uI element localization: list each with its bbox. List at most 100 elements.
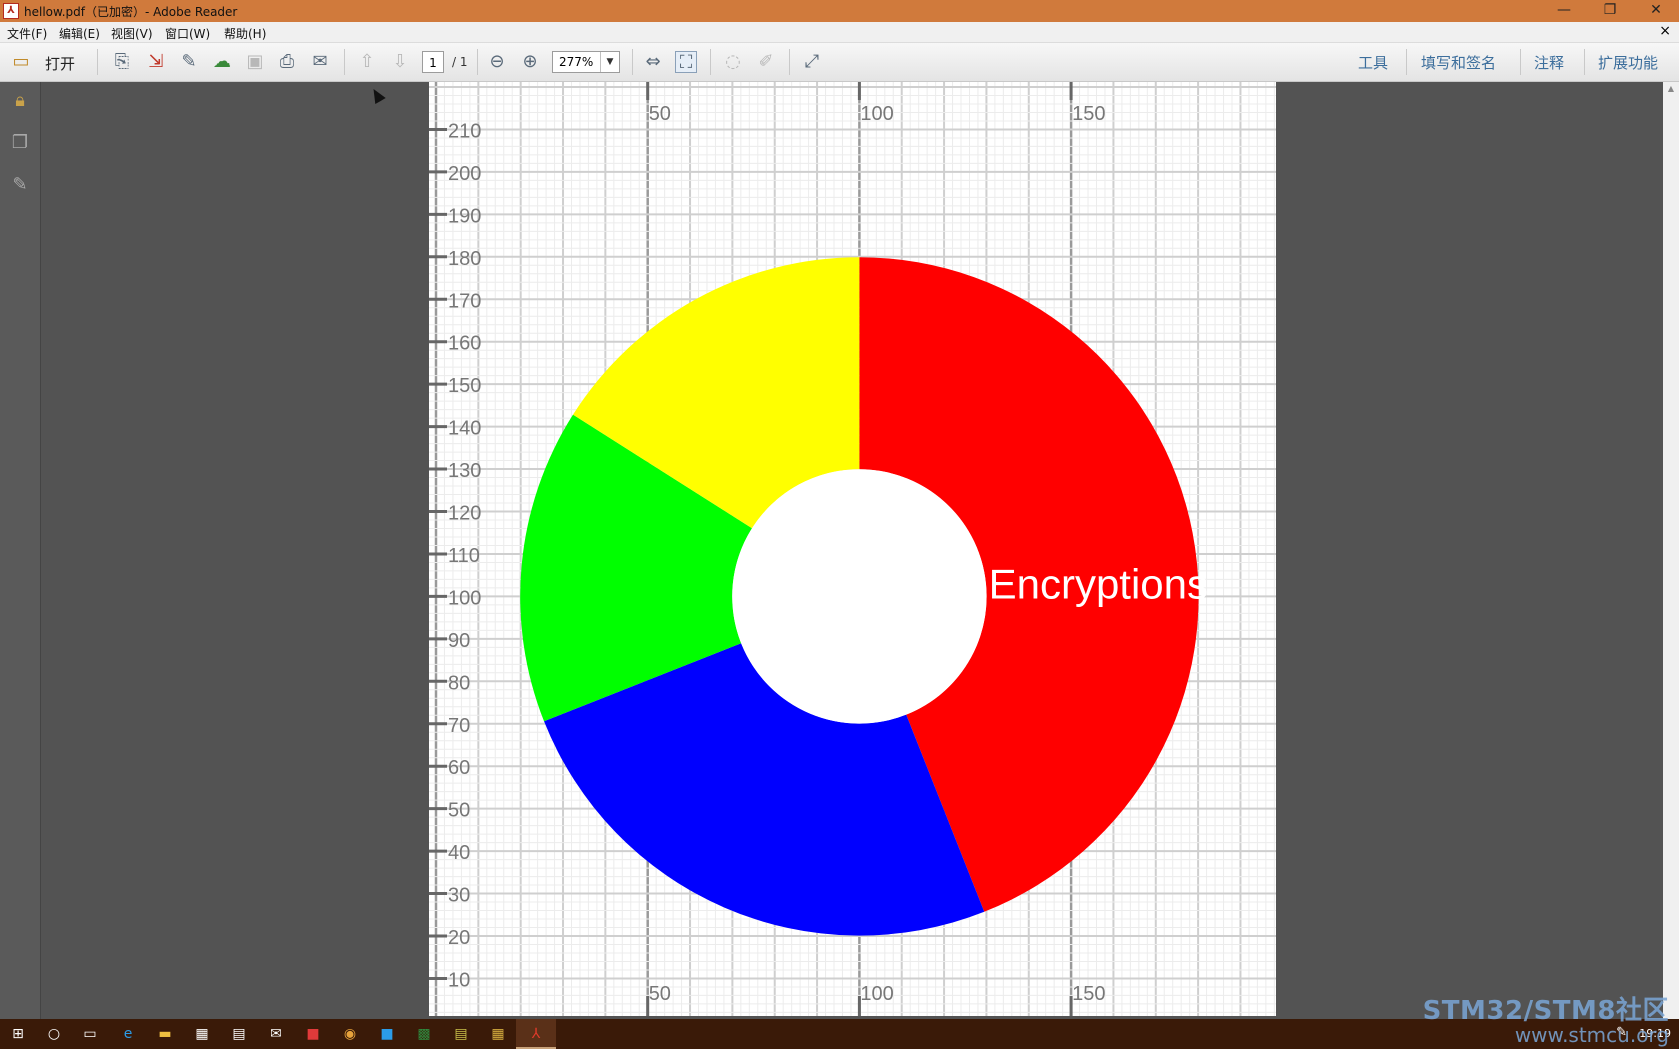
next-page-icon[interactable]: ⇩ <box>389 51 411 73</box>
open-button[interactable]: 打开 <box>45 53 75 74</box>
toolbar-divider <box>632 49 633 75</box>
toolbar-divider <box>1406 49 1407 75</box>
donut-hole <box>732 469 987 724</box>
excel-icon[interactable]: ▩ <box>414 1024 434 1044</box>
cortana-search-icon[interactable]: ○ <box>44 1024 64 1044</box>
full-screen-icon[interactable]: ⤢ <box>801 51 823 73</box>
menu-bar: 文件(F) 编辑(E) 视图(V) 窗口(W) 帮助(H) × <box>0 22 1679 43</box>
toolbar-divider <box>1520 49 1521 75</box>
y-tick-label: 30 <box>448 885 470 907</box>
y-tick-label: 90 <box>448 630 470 652</box>
y-tick-label: 70 <box>448 715 470 737</box>
fill-and-sign-tab[interactable]: 填写和签名 <box>1421 52 1496 73</box>
store-icon[interactable]: ▦ <box>192 1024 212 1044</box>
watermark: STM32/STM8社区 www.stmcu.org <box>1423 990 1669 1047</box>
y-tick-label: 130 <box>448 460 481 482</box>
calculator-icon[interactable]: ▤ <box>229 1024 249 1044</box>
adobe-reader-taskbar-icon[interactable]: ⅄ <box>526 1024 546 1044</box>
print-icon[interactable]: ⎙ <box>276 51 298 73</box>
toolbar-divider <box>97 49 98 75</box>
extended-features-tab[interactable]: 扩展功能 <box>1598 52 1658 73</box>
pdf-page: Encryptions 10 20 30 40 50 60 70 80 90 100 110 120 13… <box>429 82 1276 1016</box>
mouse-cursor-icon <box>368 85 386 105</box>
y-tick-label: 60 <box>448 757 470 779</box>
y-tick-label: 110 <box>448 545 480 567</box>
close-button[interactable]: ✕ <box>1633 0 1679 22</box>
zoom-value: 277% <box>559 55 594 69</box>
scroll-up-icon[interactable]: ▲ <box>1663 84 1679 93</box>
y-tick-label: 120 <box>448 503 481 525</box>
restore-button[interactable]: ❐ <box>1587 0 1633 22</box>
y-tick-label: 140 <box>448 418 481 440</box>
toolbar-divider <box>789 49 790 75</box>
page-total: / 1 <box>452 55 468 69</box>
mail-icon[interactable]: ✉ <box>266 1024 286 1044</box>
zoom-select[interactable]: 277% ▼ <box>552 51 620 73</box>
adobe-reader-icon: ⅄ <box>3 3 19 19</box>
y-tick-label: 210 <box>448 120 481 142</box>
edit-pdf-icon[interactable]: ✎ <box>178 51 200 73</box>
x-tick-label: 150 <box>1072 103 1105 125</box>
x-tick-label: 100 <box>860 103 893 125</box>
lock-icon[interactable]: 🔒︎ <box>9 90 31 112</box>
attachment-icon[interactable]: ✎ <box>9 174 31 196</box>
y-tick-label: 200 <box>448 163 481 185</box>
fit-page-icon[interactable]: ⛶ <box>675 51 697 73</box>
x-tick-label: 100 <box>860 983 893 1005</box>
watermark-title: STM32/STM8社区 <box>1422 996 1669 1026</box>
comment-icon[interactable]: ◌ <box>722 51 744 73</box>
zoom-in-icon[interactable]: ⊕ <box>519 51 541 73</box>
menu-file[interactable]: 文件(F) <box>7 25 47 42</box>
windows-start-icon[interactable]: ⊞ <box>8 1024 28 1044</box>
x-tick-label: 50 <box>649 103 671 125</box>
app-red-icon[interactable]: ■ <box>303 1024 323 1044</box>
y-tick-label: 160 <box>448 333 481 355</box>
y-tick-label: 80 <box>448 672 470 694</box>
task-view-icon[interactable]: ▭ <box>80 1024 100 1044</box>
y-tick-label: 180 <box>448 248 481 270</box>
page-thumbnails-icon[interactable]: ❐ <box>9 132 31 154</box>
app-yellow-icon[interactable]: ▦ <box>488 1024 508 1044</box>
y-tick-label: 190 <box>448 205 481 227</box>
email-icon[interactable]: ✉ <box>309 51 331 73</box>
vertical-scrollbar[interactable]: ▲ <box>1663 82 1679 1019</box>
menu-view[interactable]: 视图(V) <box>111 25 153 42</box>
minimize-button[interactable]: — <box>1541 0 1587 22</box>
donut-chart: Encryptions 10 20 30 40 50 60 70 80 90 100 110 120 13… <box>429 82 1276 1016</box>
slice-label: Encryptions <box>989 560 1208 607</box>
export-pdf-icon[interactable]: ⇲ <box>145 51 167 73</box>
toolbar: ▭ 打开 ⎘ ⇲ ✎ ☁ ▣ ⎙ ✉ ⇧ ⇩ 1 / 1 ⊖ ⊕ 277% ▼ … <box>0 43 1679 82</box>
y-tick-label: 170 <box>448 290 481 312</box>
y-tick-label: 40 <box>448 842 470 864</box>
tools-tab[interactable]: 工具 <box>1358 52 1388 73</box>
menu-window[interactable]: 窗口(W) <box>165 25 210 42</box>
x-tick-label: 50 <box>649 983 671 1005</box>
y-tick-label: 50 <box>448 800 470 822</box>
chevron-down-icon[interactable]: ▼ <box>600 52 619 72</box>
document-close-button[interactable]: × <box>1659 23 1671 39</box>
fit-width-icon[interactable]: ⇔ <box>642 51 664 73</box>
toolbar-divider <box>710 49 711 75</box>
y-tick-label: 20 <box>448 927 470 949</box>
open-folder-icon[interactable]: ▭ <box>10 51 32 73</box>
zoom-out-icon[interactable]: ⊖ <box>486 51 508 73</box>
create-pdf-icon[interactable]: ⎘ <box>111 51 133 73</box>
y-tick-label: 10 <box>448 969 470 991</box>
file-explorer-icon[interactable]: ▬ <box>155 1024 175 1044</box>
x-tick-label: 150 <box>1072 983 1105 1005</box>
edge-browser-icon[interactable]: e <box>118 1024 138 1044</box>
title-bar: ⅄ hellow.pdf（已加密）- Adobe Reader — ❐ ✕ <box>0 0 1679 22</box>
menu-help[interactable]: 帮助(H) <box>224 25 266 42</box>
previous-page-icon[interactable]: ⇧ <box>356 51 378 73</box>
highlight-icon[interactable]: ✐ <box>755 51 777 73</box>
save-icon[interactable]: ▣ <box>244 51 266 73</box>
app-blue-icon[interactable]: ■ <box>377 1024 397 1044</box>
toolbar-divider <box>1584 49 1585 75</box>
notepad-icon[interactable]: ▤ <box>451 1024 471 1044</box>
comment-tab[interactable]: 注释 <box>1534 52 1564 73</box>
chrome-browser-icon[interactable]: ◉ <box>340 1024 360 1044</box>
y-tick-label: 150 <box>448 375 481 397</box>
menu-edit[interactable]: 编辑(E) <box>59 25 100 42</box>
upload-cloud-icon[interactable]: ☁ <box>211 51 233 73</box>
page-number-input[interactable]: 1 <box>422 51 444 73</box>
